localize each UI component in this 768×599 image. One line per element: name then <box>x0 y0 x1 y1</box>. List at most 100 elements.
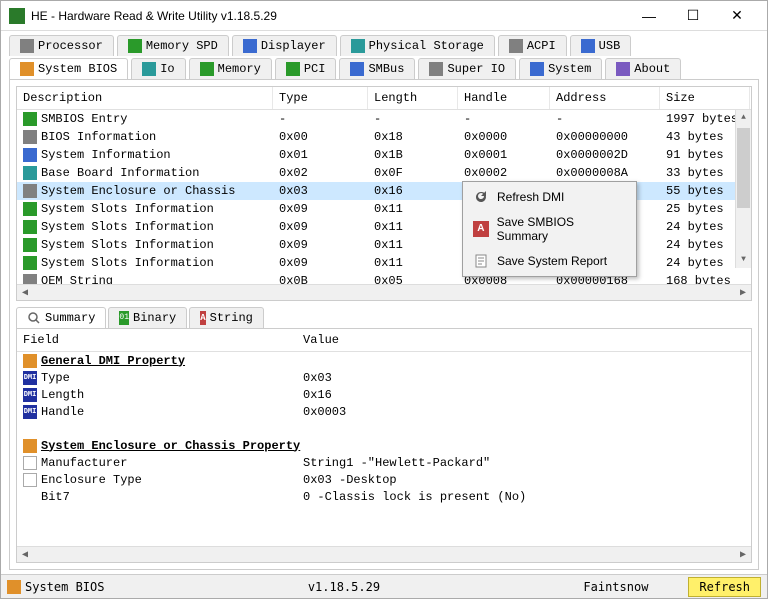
row-icon <box>23 112 37 126</box>
detail-row[interactable]: Enclosure Type0x03 -Desktop <box>17 471 751 488</box>
display-icon <box>243 39 257 53</box>
table-row[interactable]: System Slots Information0x090x1125 bytes <box>17 200 751 218</box>
detail-row <box>17 420 751 437</box>
page-icon <box>23 473 37 487</box>
scroll-up-icon[interactable]: ▲ <box>736 110 751 126</box>
table-row[interactable]: System Slots Information0x090x1124 bytes <box>17 218 751 236</box>
statusbar: System BIOS v1.18.5.29 Faintsnow Refresh <box>1 574 767 598</box>
table-row[interactable]: Base Board Information0x020x0F0x00020x00… <box>17 164 751 182</box>
detail-row[interactable]: DMIType0x03 <box>17 369 751 386</box>
subtab-string[interactable]: AString <box>189 307 264 328</box>
refresh-icon <box>473 189 489 205</box>
memory2-icon <box>200 62 214 76</box>
tab-processor[interactable]: Processor <box>9 35 114 56</box>
summary-icon <box>27 311 41 325</box>
close-button[interactable]: ✕ <box>715 2 759 30</box>
col-length[interactable]: Length <box>368 87 458 109</box>
scroll-thumb[interactable] <box>737 128 750 208</box>
tab-memory[interactable]: Memory <box>189 58 272 79</box>
tab-memory-spd[interactable]: Memory SPD <box>117 35 229 56</box>
row-icon <box>23 256 37 270</box>
smbios-list: Description Type Length Handle Address S… <box>16 86 752 301</box>
scroll-left-icon[interactable]: ◀ <box>17 549 33 561</box>
table-row[interactable]: BIOS Information0x000x180x00000x00000000… <box>17 128 751 146</box>
binary-icon: 01 <box>119 311 129 325</box>
scroll-right-icon[interactable]: ▶ <box>735 549 751 561</box>
refresh-button[interactable]: Refresh <box>688 577 761 597</box>
tab-row-top: Processor Memory SPD Displayer Physical … <box>9 35 759 56</box>
report-icon <box>473 253 489 269</box>
scroll-track[interactable] <box>33 285 735 300</box>
detail-header: Field Value <box>17 329 751 352</box>
titlebar: HE - Hardware Read & Write Utility v1.18… <box>1 1 767 31</box>
tab-io[interactable]: Io <box>131 58 185 79</box>
usb-icon <box>581 39 595 53</box>
tab-row-bottom: System BIOS Io Memory PCI SMBus Super IO… <box>9 58 759 79</box>
bios-icon <box>7 580 21 594</box>
subtab-binary[interactable]: 01Binary <box>108 307 187 328</box>
tab-acpi[interactable]: ACPI <box>498 35 567 56</box>
detail-row[interactable]: ManufacturerString1 -"Hewlett-Packard" <box>17 454 751 471</box>
row-icon <box>23 220 37 234</box>
menu-save-smbios[interactable]: ASave SMBIOS Summary <box>465 210 634 248</box>
scroll-right-icon[interactable]: ▶ <box>735 287 751 299</box>
cpu-icon <box>20 39 34 53</box>
table-row[interactable]: OEM String0x0B0x050x00080x00000168168 by… <box>17 272 751 284</box>
tab-pci[interactable]: PCI <box>275 58 337 79</box>
detail-horizontal-scrollbar[interactable]: ◀ ▶ <box>17 546 751 562</box>
col-field[interactable]: Field <box>17 329 297 351</box>
detail-row[interactable]: General DMI Property <box>17 352 751 369</box>
status-author: Faintsnow <box>583 580 648 594</box>
tab-about[interactable]: About <box>605 58 681 79</box>
subtab-summary[interactable]: Summary <box>16 307 106 328</box>
maximize-button[interactable]: ☐ <box>671 2 715 30</box>
minimize-button[interactable]: — <box>627 2 671 30</box>
scroll-track[interactable] <box>33 547 735 562</box>
col-handle[interactable]: Handle <box>458 87 550 109</box>
tab-physical-storage[interactable]: Physical Storage <box>340 35 495 56</box>
col-description[interactable]: Description <box>17 87 273 109</box>
tab-system[interactable]: System <box>519 58 602 79</box>
col-address[interactable]: Address <box>550 87 660 109</box>
horizontal-scrollbar[interactable]: ◀ ▶ <box>17 284 751 300</box>
superio-icon <box>429 62 443 76</box>
tab-system-bios[interactable]: System BIOS <box>9 58 128 79</box>
detail-row[interactable]: DMILength0x16 <box>17 386 751 403</box>
io-icon <box>142 62 156 76</box>
detail-row[interactable]: DMIHandle0x0003 <box>17 403 751 420</box>
scroll-down-icon[interactable]: ▼ <box>736 252 751 268</box>
page-icon <box>23 456 37 470</box>
sub-tabs: Summary 01Binary AString <box>16 307 752 328</box>
bios-icon <box>20 62 34 76</box>
col-value[interactable]: Value <box>297 329 751 351</box>
menu-save-report[interactable]: Save System Report <box>465 248 634 274</box>
list-header: Description Type Length Handle Address S… <box>17 87 751 110</box>
detail-row[interactable]: System Enclosure or Chassis Property <box>17 437 751 454</box>
tab-area: Processor Memory SPD Displayer Physical … <box>1 31 767 79</box>
tab-super-io[interactable]: Super IO <box>418 58 516 79</box>
table-row[interactable]: System Slots Information0x090x1124 bytes <box>17 236 751 254</box>
row-icon <box>23 202 37 216</box>
table-row[interactable]: System Enclosure or Chassis0x030x1655 by… <box>17 182 751 200</box>
table-row[interactable]: System Slots Information0x090x110x000001… <box>17 254 751 272</box>
app-icon <box>9 8 25 24</box>
tab-smbus[interactable]: SMBus <box>339 58 415 79</box>
menu-refresh-dmi[interactable]: Refresh DMI <box>465 184 634 210</box>
about-icon <box>616 62 630 76</box>
pci-icon <box>286 62 300 76</box>
table-row[interactable]: SMBIOS Entry----1997 bytes <box>17 110 751 128</box>
row-icon <box>23 184 37 198</box>
tab-displayer[interactable]: Displayer <box>232 35 337 56</box>
tab-usb[interactable]: USB <box>570 35 632 56</box>
system-icon <box>530 62 544 76</box>
detail-body: General DMI PropertyDMIType0x03DMILength… <box>17 352 751 546</box>
table-row[interactable]: System Information0x010x1B0x00010x000000… <box>17 146 751 164</box>
col-size[interactable]: Size <box>660 87 750 109</box>
vertical-scrollbar[interactable]: ▲ ▼ <box>735 110 751 268</box>
scroll-left-icon[interactable]: ◀ <box>17 287 33 299</box>
drive-icon <box>351 39 365 53</box>
detail-row[interactable]: Bit70 -Classis lock is present (No) <box>17 488 751 505</box>
col-type[interactable]: Type <box>273 87 368 109</box>
status-version: v1.18.5.29 <box>308 580 380 594</box>
memory-icon <box>128 39 142 53</box>
